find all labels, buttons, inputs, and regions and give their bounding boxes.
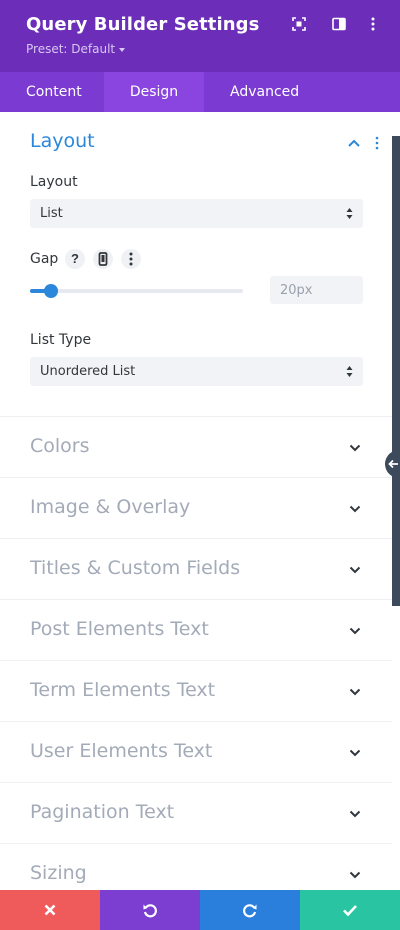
- undo-button[interactable]: [100, 890, 200, 930]
- chevron-down-icon: [349, 871, 361, 879]
- chevron-down-icon: [349, 688, 361, 696]
- chevron-down-icon: [349, 505, 361, 513]
- sidebar-toggle-icon[interactable]: [331, 16, 347, 32]
- section-sizing[interactable]: Sizing: [0, 843, 392, 890]
- section-image-overlay[interactable]: Image & Overlay: [0, 477, 392, 538]
- redo-icon: [243, 904, 257, 918]
- modal-title: Query Builder Settings: [26, 14, 260, 35]
- more-options-icon[interactable]: [121, 249, 141, 269]
- chevron-down-icon: [349, 810, 361, 818]
- layout-label: Layout: [30, 174, 78, 190]
- layout-select-value: List: [40, 206, 63, 221]
- chevron-down-icon: [349, 566, 361, 574]
- chevron-down-icon: [349, 627, 361, 635]
- layout-select[interactable]: List: [30, 199, 363, 228]
- tab-advanced[interactable]: Advanced: [204, 72, 324, 112]
- gap-value-input[interactable]: [270, 276, 363, 304]
- section-label: User Elements Text: [30, 740, 213, 762]
- tab-design[interactable]: Design: [104, 72, 204, 112]
- section-menu-icon[interactable]: [374, 136, 380, 150]
- expand-icon[interactable]: [291, 16, 307, 32]
- section-label: Colors: [30, 435, 90, 457]
- modal-header: Query Builder Settings Preset: Default: [0, 0, 400, 72]
- redo-button[interactable]: [200, 890, 300, 930]
- section-label: Image & Overlay: [30, 496, 191, 518]
- gap-label: Gap: [30, 251, 59, 267]
- section-label: Term Elements Text: [30, 679, 216, 701]
- preset-selector[interactable]: Preset: Default: [26, 42, 126, 56]
- section-user-elements-text[interactable]: User Elements Text: [0, 721, 392, 782]
- list-type-label: List Type: [30, 332, 92, 348]
- resize-handle[interactable]: [385, 450, 400, 478]
- section-label: Sizing: [30, 862, 87, 884]
- section-label: Pagination Text: [30, 801, 175, 823]
- scrollbar[interactable]: [392, 136, 400, 606]
- help-icon[interactable]: ?: [65, 249, 85, 269]
- preset-label: Preset: Default: [26, 42, 116, 56]
- section-titles-custom-fields[interactable]: Titles & Custom Fields: [0, 538, 392, 599]
- select-arrows-icon: [346, 208, 353, 219]
- save-button[interactable]: [300, 890, 400, 930]
- responsive-phone-icon[interactable]: [93, 249, 113, 269]
- close-icon: [44, 904, 56, 916]
- chevron-down-icon: [349, 749, 361, 757]
- check-icon: [343, 905, 357, 917]
- undo-icon: [143, 904, 157, 918]
- section-pagination-text[interactable]: Pagination Text: [0, 782, 392, 843]
- list-type-select-value: Unordered List: [40, 364, 136, 379]
- section-label: Post Elements Text: [30, 618, 209, 640]
- cancel-button[interactable]: [0, 890, 100, 930]
- gap-slider-track[interactable]: [30, 289, 243, 293]
- section-label: Titles & Custom Fields: [30, 557, 241, 579]
- arrow-left-icon: [388, 459, 398, 469]
- list-type-select[interactable]: Unordered List: [30, 357, 363, 386]
- action-bar: [0, 890, 400, 930]
- section-title-layout[interactable]: Layout: [30, 130, 95, 152]
- select-arrows-icon: [346, 366, 353, 377]
- tab-content[interactable]: Content: [0, 72, 104, 112]
- chevron-up-icon[interactable]: [347, 138, 361, 148]
- chevron-down-icon: [349, 444, 361, 452]
- tab-bar: Content Design Advanced: [0, 72, 400, 112]
- section-post-elements-text[interactable]: Post Elements Text: [0, 599, 392, 660]
- section-colors[interactable]: Colors: [0, 416, 392, 477]
- section-term-elements-text[interactable]: Term Elements Text: [0, 660, 392, 721]
- more-vertical-icon[interactable]: [365, 16, 381, 32]
- caret-down-icon: [119, 47, 126, 52]
